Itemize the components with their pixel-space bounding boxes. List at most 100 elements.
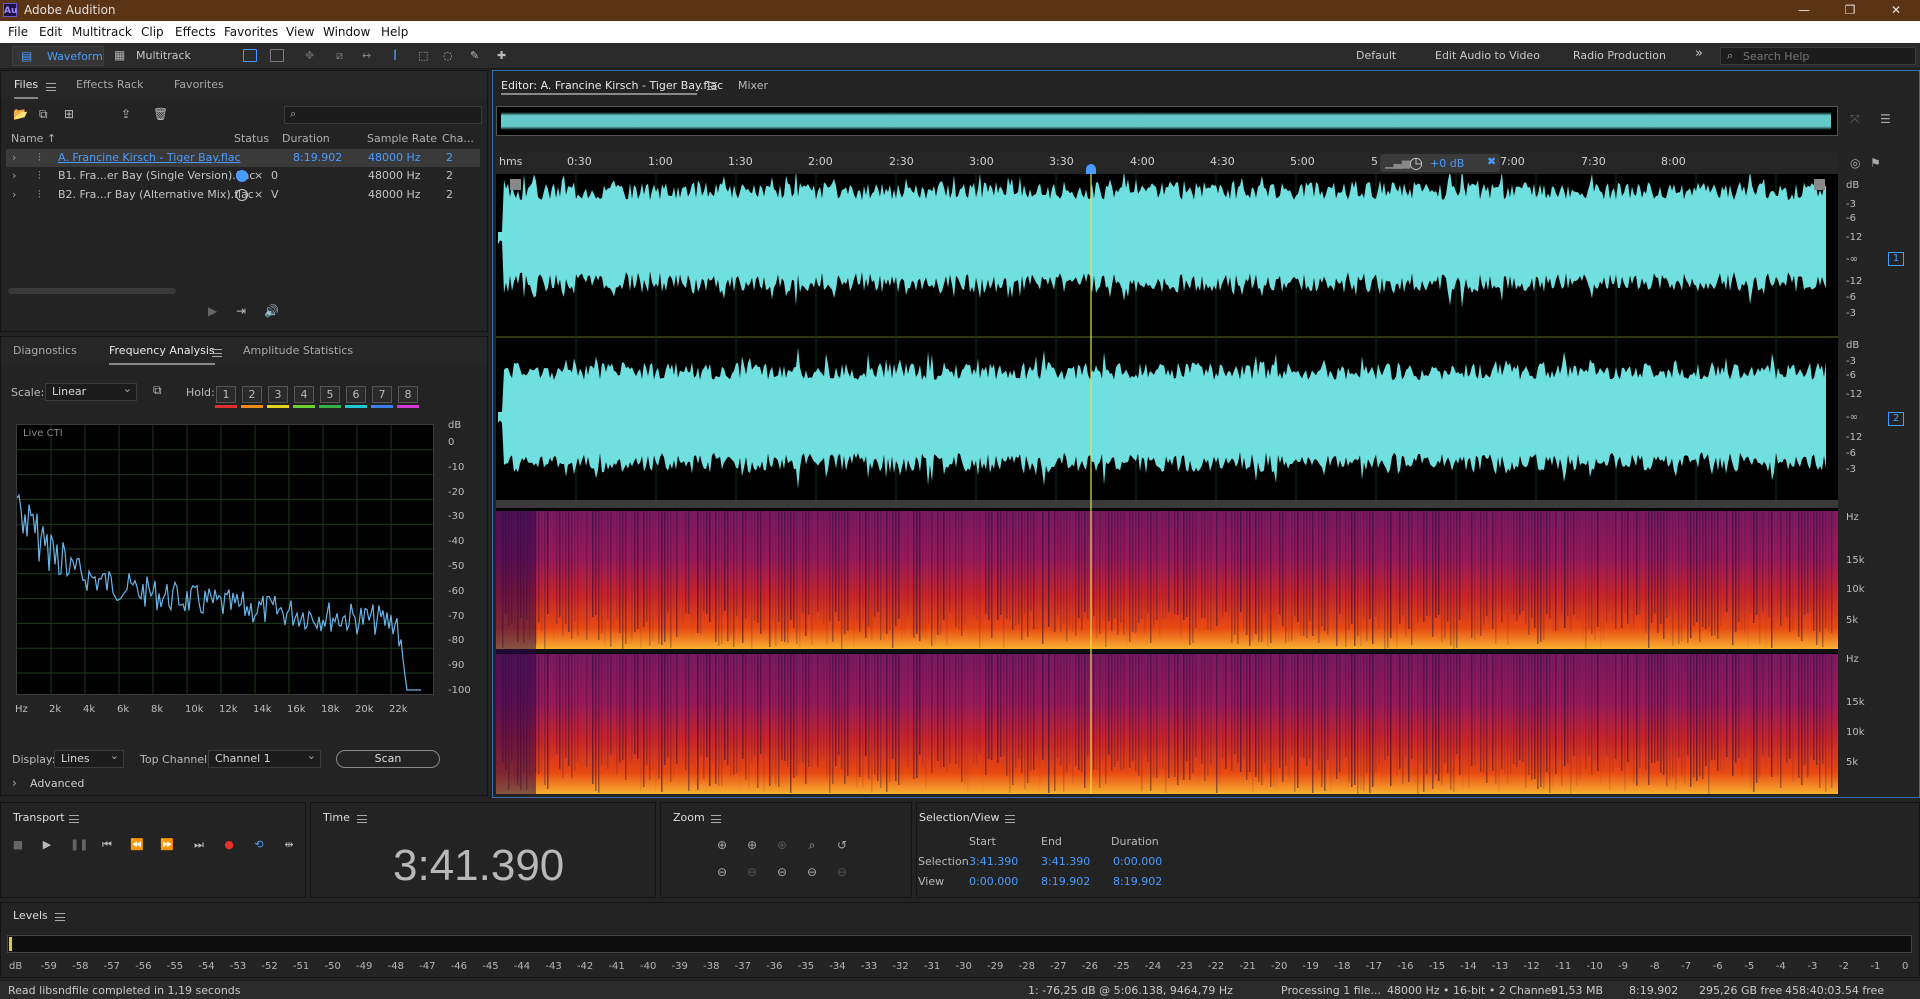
autoplay-icon[interactable]: 🔊 <box>264 304 279 318</box>
hold-button-1[interactable]: 1 <box>216 386 236 403</box>
hold-button-8[interactable]: 8 <box>398 386 418 403</box>
workspace-radio-production[interactable]: Radio Production <box>1573 49 1666 62</box>
slip-tool-icon[interactable]: ↔ <box>362 47 371 65</box>
waveform-mode-button[interactable]: ▤ Waveform <box>12 46 104 66</box>
selection-view-menu-icon[interactable] <box>1005 815 1015 823</box>
selection-start-field[interactable]: 3:41.390 <box>969 855 1018 868</box>
menu-clip[interactable]: Clip <box>141 25 164 39</box>
hold-button-4[interactable]: 4 <box>294 386 314 403</box>
tab-files[interactable]: Files <box>14 78 39 99</box>
workspace-default[interactable]: Default <box>1356 49 1396 62</box>
maximize-button[interactable]: ❐ <box>1827 0 1873 21</box>
zoom-to-selection-icon[interactable]: ⊖ <box>833 865 851 881</box>
selection-duration-field[interactable]: 0:00.000 <box>1113 855 1162 868</box>
close-button[interactable]: ✕ <box>1873 0 1919 21</box>
mixer-tab[interactable]: Mixer <box>738 79 768 92</box>
marquee-tool-icon[interactable]: ⬚ <box>418 47 428 65</box>
tab-effects-rack[interactable]: Effects Rack <box>76 78 143 91</box>
menu-edit[interactable]: Edit <box>39 25 62 39</box>
column-sample-rate[interactable]: Sample Rate <box>367 132 437 145</box>
skip-selection-icon[interactable]: ⇹ <box>280 838 298 854</box>
workspace-edit-audio-to-video[interactable]: Edit Audio to Video <box>1435 49 1540 62</box>
top-channel-select[interactable]: Channel 1 <box>208 748 321 768</box>
more-workspaces-button[interactable]: » <box>1695 46 1703 61</box>
editor-menu-icon[interactable] <box>707 82 717 90</box>
channel-1-toggle[interactable]: 1 <box>1888 252 1904 266</box>
analysis-menu-icon[interactable] <box>212 349 222 357</box>
hold-button-2[interactable]: 2 <box>242 386 262 403</box>
menu-help[interactable]: Help <box>381 25 408 39</box>
menu-file[interactable]: File <box>8 25 28 39</box>
file-row[interactable]: › ⫶ A. Francine Kirsch - Tiger Bay.flac … <box>6 149 480 167</box>
menu-multitrack[interactable]: Multitrack <box>72 25 132 39</box>
overview-options-icon[interactable]: ☰ <box>1880 112 1891 126</box>
zoom-in-amplitude-icon[interactable]: ⊕ <box>713 838 731 854</box>
view-start-field[interactable]: 0:00.000 <box>969 875 1018 888</box>
expand-icon[interactable]: › <box>12 169 16 182</box>
pause-icon[interactable]: ❚❚ <box>70 838 88 854</box>
loop-playback-icon[interactable]: ⟲ <box>250 838 268 854</box>
hold-button-7[interactable]: 7 <box>372 386 392 403</box>
expand-icon[interactable]: › <box>12 151 16 164</box>
expand-icon[interactable]: › <box>12 188 16 201</box>
column-channels[interactable]: Cha... <box>442 132 474 145</box>
lasso-tool-icon[interactable]: ◌ <box>443 47 453 65</box>
multitrack-mode-button[interactable]: ▦ Multitrack <box>112 46 198 66</box>
advanced-expand-icon[interactable]: › <box>12 776 17 790</box>
open-file-icon[interactable]: 📂 <box>13 107 28 121</box>
view-duration-field[interactable]: 8:19.902 <box>1113 875 1162 888</box>
tab-frequency-analysis[interactable]: Frequency Analysis <box>109 344 215 365</box>
zoom-in-time-icon[interactable]: ⊕ <box>743 838 761 854</box>
levels-menu-icon[interactable] <box>55 913 65 921</box>
menu-window[interactable]: Window <box>323 25 370 39</box>
zoom-out-time-icon[interactable]: ⊖ <box>743 865 761 881</box>
files-menu-icon[interactable] <box>46 83 56 91</box>
play-icon[interactable]: ▶ <box>38 838 56 854</box>
delete-file-icon[interactable]: 🗑 <box>153 107 168 121</box>
waveform-display[interactable] <box>496 169 1838 794</box>
brush-tool-icon[interactable]: ✎ <box>470 47 479 65</box>
tab-amplitude-statistics[interactable]: Amplitude Statistics <box>243 344 353 357</box>
preview-loop-icon[interactable]: ⇥ <box>236 304 246 318</box>
menu-favorites[interactable]: Favorites <box>224 25 278 39</box>
record-icon[interactable]: ● <box>220 838 238 854</box>
file-row[interactable]: › ⫶ B2. Fra...r Bay (Alternative Mix).fl… <box>6 186 480 204</box>
razor-tool-icon[interactable]: ⧄ <box>336 47 343 65</box>
go-to-end-icon[interactable]: ⏭ <box>190 838 208 854</box>
preview-play-icon[interactable]: ▶ <box>208 304 217 318</box>
files-search-input[interactable]: ⌕ <box>284 106 482 124</box>
time-ruler[interactable]: hms 0:30 1:00 1:30 2:00 2:30 3:00 3:30 4:00 4:30 5… <box>496 153 1838 173</box>
zoom-in-point-icon[interactable]: ⊕ <box>773 838 791 854</box>
scale-select[interactable]: Linear <box>45 381 137 401</box>
menu-view[interactable]: View <box>286 25 314 39</box>
view-end-field[interactable]: 8:19.902 <box>1041 875 1090 888</box>
search-help-input[interactable] <box>1743 49 1911 63</box>
zoom-out-amplitude-icon[interactable]: ⊖ <box>713 865 731 881</box>
selection-end-field[interactable]: 3:41.390 <box>1041 855 1090 868</box>
editor-tab[interactable]: Editor: A. Francine Kirsch - Tiger Bay.f… <box>501 79 723 92</box>
zoom-out-point-icon[interactable]: ⊖ <box>773 865 791 881</box>
transport-menu-icon[interactable] <box>69 815 79 823</box>
import-file-icon[interactable]: ⧉ <box>39 107 48 122</box>
channel-2-toggle[interactable]: 2 <box>1888 412 1904 426</box>
move-tool-icon[interactable]: ✥ <box>305 47 314 65</box>
files-horizontal-scrollbar[interactable] <box>8 288 176 294</box>
time-display[interactable]: 3:41.390 <box>393 841 564 891</box>
zoom-menu-icon[interactable] <box>711 815 721 823</box>
advanced-label[interactable]: Advanced <box>30 777 84 790</box>
zoom-reset-icon[interactable]: ↺ <box>833 838 851 854</box>
zoom-out-full-icon[interactable]: ⤧ <box>1850 112 1860 127</box>
display-select[interactable]: Lines <box>54 748 124 768</box>
spectral-frequency-icon[interactable] <box>243 49 257 62</box>
overview-waveform[interactable] <box>496 106 1838 136</box>
file-row[interactable]: › ⫶ B1. Fra...er Bay (Single Version).fl… <box>6 167 480 185</box>
marker-icon[interactable]: ⚑ <box>1870 156 1881 170</box>
time-menu-icon[interactable] <box>357 815 367 823</box>
column-status[interactable]: Status <box>234 132 269 145</box>
hold-button-5[interactable]: 5 <box>320 386 340 403</box>
new-file-icon[interactable]: ⊞ <box>64 107 74 121</box>
tab-favorites[interactable]: Favorites <box>174 78 224 91</box>
minimize-button[interactable]: — <box>1781 0 1827 21</box>
spot-healing-tool-icon[interactable]: ✚ <box>497 47 506 65</box>
insert-into-multitrack-icon[interactable]: ⇪ <box>121 107 131 121</box>
